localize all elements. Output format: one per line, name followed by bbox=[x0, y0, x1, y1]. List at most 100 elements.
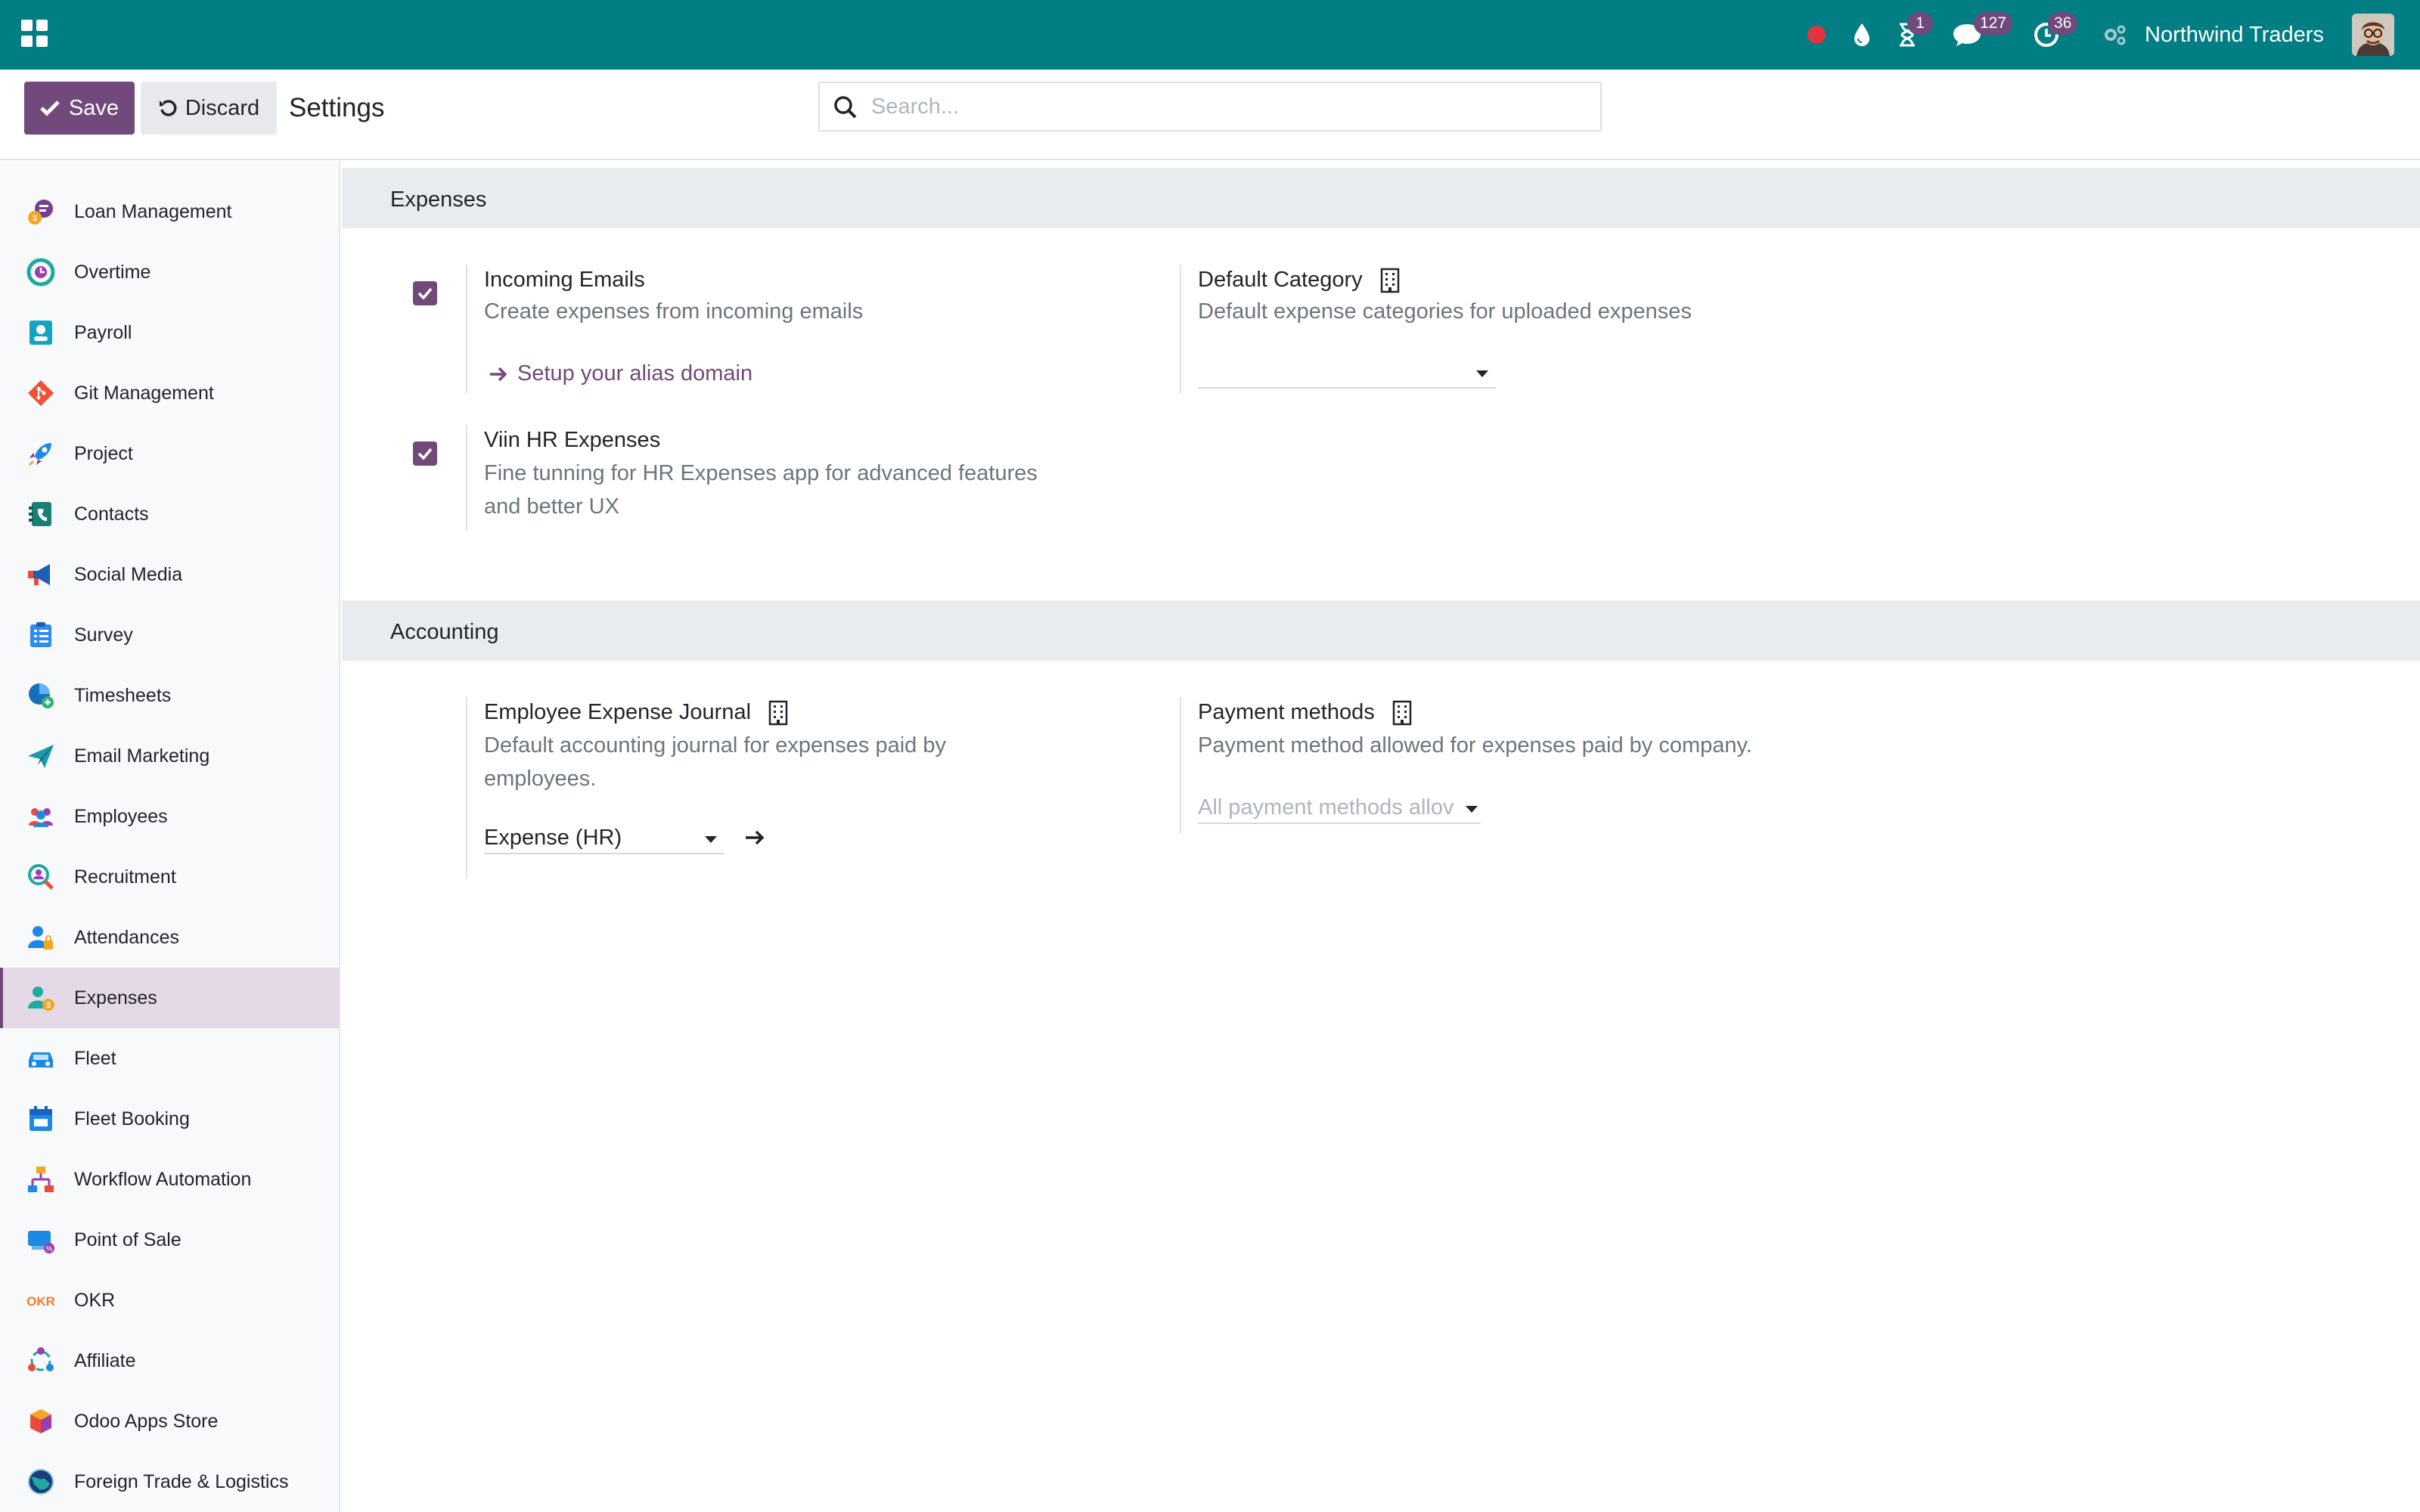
employees-icon bbox=[29, 808, 53, 827]
discard-label: Discard bbox=[185, 95, 260, 120]
okr-icon: OKR bbox=[26, 1294, 55, 1309]
sidebar-item-contacts[interactable]: Contacts bbox=[0, 484, 339, 544]
chevron-down-icon bbox=[705, 836, 717, 843]
chevron-down-icon bbox=[1466, 806, 1478, 813]
sidebar-item-project[interactable]: Project bbox=[0, 423, 339, 484]
calendar-icon bbox=[29, 1106, 52, 1131]
loan-icon: $ bbox=[28, 200, 53, 225]
sidebar-item-overtime[interactable]: Overtime bbox=[0, 242, 339, 302]
svg-text:$: $ bbox=[33, 214, 37, 223]
switch-company-icon[interactable] bbox=[2098, 14, 2131, 56]
sidebar-item-label: Timesheets bbox=[74, 685, 172, 706]
sidebar-item-loan-management[interactable]: $ Loan Management bbox=[0, 181, 339, 242]
setting-description-line1: Default accounting journal for expenses … bbox=[484, 733, 946, 758]
setting-description-line2: and better UX bbox=[484, 494, 619, 519]
messages-badge: 127 bbox=[1974, 12, 2013, 35]
sidebar-item-recruitment[interactable]: Recruitment bbox=[0, 847, 339, 907]
apps-menu-icon[interactable] bbox=[20, 18, 50, 48]
save-button[interactable]: Save bbox=[24, 82, 135, 135]
sidebar-item-survey[interactable]: Survey bbox=[0, 605, 339, 665]
setting-employee-expense-journal: Employee Expense Journal Default account… bbox=[466, 697, 1071, 878]
clock-badge: 36 bbox=[2048, 12, 2078, 35]
payroll-icon bbox=[29, 321, 52, 345]
viin-hr-expenses-checkbox[interactable] bbox=[413, 442, 437, 466]
megaphone-icon bbox=[28, 564, 50, 585]
top-navbar: 1 127 36 Northwind Traders bbox=[0, 0, 2420, 70]
sidebar-item-label: Expenses bbox=[74, 987, 157, 1009]
sidebar-item-attendances[interactable]: Attendances bbox=[0, 907, 339, 968]
search-input[interactable] bbox=[871, 89, 1582, 124]
incoming-emails-checkbox[interactable] bbox=[413, 281, 437, 305]
expense-journal-select[interactable]: Expense (HR) bbox=[484, 821, 724, 854]
sidebar-item-expenses[interactable]: $ Expenses bbox=[0, 968, 339, 1028]
apps-store-icon bbox=[30, 1409, 51, 1433]
sidebar-item-label: Workflow Automation bbox=[74, 1169, 252, 1190]
setting-default-category: Default Category Default expense categor… bbox=[1180, 265, 1785, 393]
sidebar-item-git-management[interactable]: Git Management bbox=[0, 363, 339, 423]
section-header-accounting: Accounting bbox=[342, 600, 2420, 661]
section-header-expenses: Expenses bbox=[342, 168, 2420, 228]
setting-title: Viin HR Expenses bbox=[484, 428, 661, 452]
activity-icon[interactable]: 1 bbox=[1891, 12, 1933, 56]
page-title: Settings bbox=[289, 93, 385, 122]
link-label: Setup your alias domain bbox=[517, 361, 753, 386]
sidebar-item-workflow-automation[interactable]: Workflow Automation bbox=[0, 1149, 339, 1210]
setup-alias-domain-link[interactable]: Setup your alias domain bbox=[489, 358, 752, 389]
search-box[interactable] bbox=[818, 82, 1602, 132]
arrow-right-icon bbox=[490, 367, 507, 382]
sidebar-item-label: Overtime bbox=[74, 262, 151, 283]
sidebar-item-label: Loan Management bbox=[74, 201, 232, 222]
discard-button[interactable]: Discard bbox=[141, 82, 277, 135]
affiliate-icon bbox=[28, 1347, 54, 1371]
control-panel: Save Discard Settings bbox=[0, 70, 2420, 160]
sidebar-item-odoo-apps-store[interactable]: Odoo Apps Store bbox=[0, 1391, 339, 1452]
company-icon bbox=[1392, 701, 1412, 726]
sidebar-item-label: Employees bbox=[74, 806, 168, 827]
sidebar-item-payroll[interactable]: Payroll bbox=[0, 302, 339, 363]
sidebar-item-social-media[interactable]: Social Media bbox=[0, 544, 339, 605]
workflow-icon bbox=[28, 1167, 54, 1192]
checkmark-icon bbox=[417, 287, 433, 299]
company-name[interactable]: Northwind Traders bbox=[2145, 20, 2324, 50]
sidebar-item-label: Social Media bbox=[74, 564, 183, 585]
messages-icon[interactable]: 127 bbox=[1948, 12, 2013, 56]
sidebar-item-okr[interactable]: OKR OKR bbox=[0, 1270, 339, 1331]
search-icon bbox=[834, 96, 857, 119]
sidebar-item-employees[interactable]: Employees bbox=[0, 786, 339, 847]
setting-description: Default expense categories for uploaded … bbox=[1198, 299, 1692, 324]
sidebar-item-label: Attendances bbox=[74, 927, 179, 948]
activity-badge: 1 bbox=[1907, 12, 1933, 35]
setting-title: Incoming Emails bbox=[484, 268, 645, 292]
setting-title: Payment methods bbox=[1198, 697, 1413, 727]
sidebar-item-label: Odoo Apps Store bbox=[74, 1411, 219, 1432]
sidebar-item-point-of-sale[interactable]: % Point of Sale bbox=[0, 1210, 339, 1270]
timesheets-icon bbox=[29, 683, 54, 708]
settings-sidebar: $ Loan Management Overtime Payroll Git M… bbox=[0, 162, 340, 1512]
company-icon bbox=[768, 701, 788, 726]
clock-icon[interactable]: 36 bbox=[2030, 12, 2078, 56]
user-avatar[interactable] bbox=[2352, 14, 2394, 56]
sidebar-item-fleet[interactable]: Fleet bbox=[0, 1028, 339, 1089]
sidebar-item-affiliate[interactable]: Affiliate bbox=[0, 1331, 339, 1391]
git-icon bbox=[28, 380, 54, 406]
setting-title: Default Category bbox=[1198, 265, 1401, 295]
default-category-select[interactable] bbox=[1198, 355, 1496, 389]
drop-icon[interactable] bbox=[1845, 14, 1879, 56]
internal-link-arrow-icon[interactable] bbox=[744, 829, 767, 847]
sidebar-item-timesheets[interactable]: Timesheets bbox=[0, 665, 339, 726]
svg-text:%: % bbox=[46, 1245, 53, 1253]
sidebar-item-fleet-booking[interactable]: Fleet Booking bbox=[0, 1089, 339, 1149]
overtime-icon bbox=[26, 258, 55, 287]
sidebar-item-label: Email Marketing bbox=[74, 745, 210, 767]
setting-viin-hr-expenses: Viin HR Expenses Fine tunning for HR Exp… bbox=[466, 425, 1071, 531]
sidebar-item-email-marketing[interactable]: Email Marketing bbox=[0, 726, 339, 786]
setting-payment-methods: Payment methods Payment method allowed f… bbox=[1180, 697, 1785, 833]
sidebar-item-label: Git Management bbox=[74, 383, 214, 404]
sidebar-item-label: Survey bbox=[74, 624, 133, 646]
chevron-down-icon bbox=[1476, 370, 1488, 377]
record-icon[interactable] bbox=[1800, 14, 1833, 56]
survey-icon bbox=[30, 622, 51, 647]
payment-methods-select[interactable]: All payment methods allov bbox=[1198, 791, 1481, 824]
checkmark-icon bbox=[417, 448, 433, 460]
sidebar-item-foreign-trade-logistics[interactable]: Foreign Trade & Logistics bbox=[0, 1452, 339, 1512]
